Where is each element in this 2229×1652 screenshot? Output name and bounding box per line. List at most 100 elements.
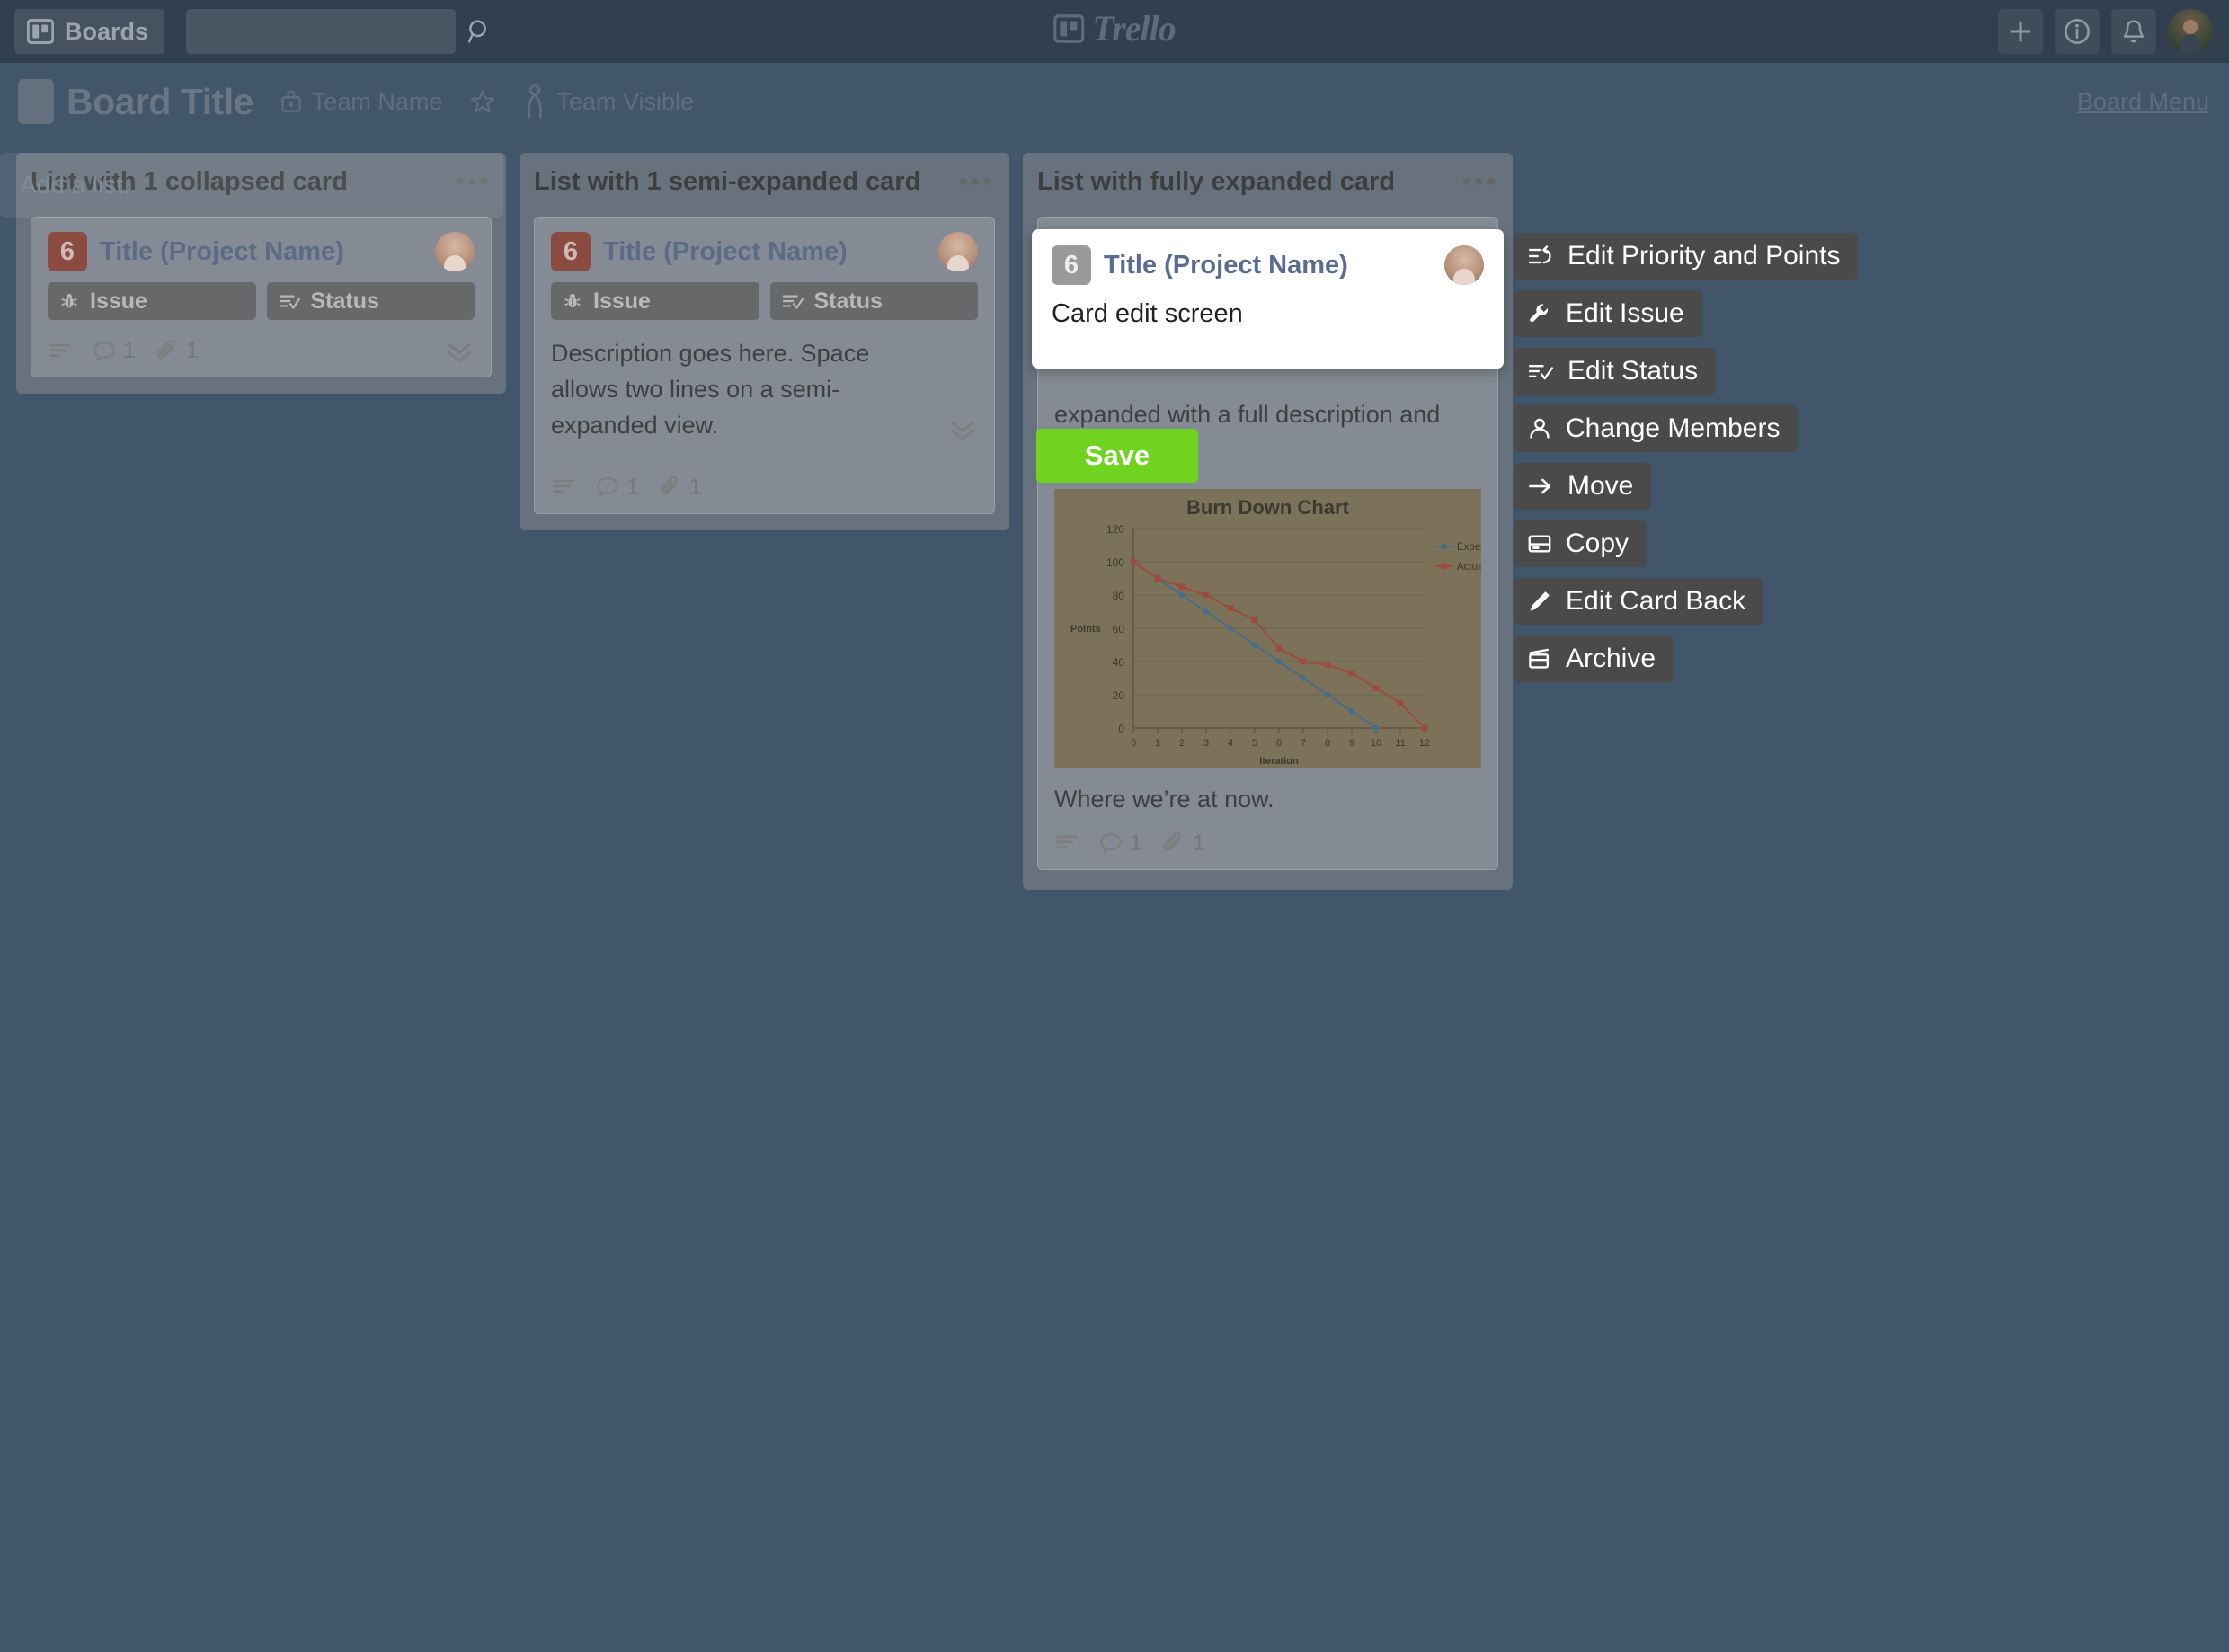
menu-item-edit-priority-and-points[interactable]: Edit Priority and Points <box>1514 233 1859 280</box>
status-list-icon <box>782 292 804 310</box>
svg-text:40: 40 <box>1113 656 1125 669</box>
card[interactable]: 6 Title (Project Name) <box>534 217 995 514</box>
points-badge[interactable]: 6 <box>1052 245 1091 285</box>
bell-icon <box>2120 18 2147 45</box>
menu-item-change-members[interactable]: Change Members <box>1514 405 1798 452</box>
label-issue[interactable]: Issue <box>48 282 256 320</box>
menu-item-copy[interactable]: Copy <box>1514 520 1647 567</box>
card-member-avatar[interactable] <box>435 232 475 271</box>
card-footer: 1 1 <box>48 338 475 364</box>
ellipsis-icon[interactable]: ••• <box>958 167 995 196</box>
menu-item-edit-status[interactable]: Edit Status <box>1514 348 1717 395</box>
card-context-menu: Edit Priority and Points Edit Issue Edit… <box>1514 233 1859 693</box>
star-board-button[interactable] <box>469 88 496 115</box>
card-description: Description goes here. Space allows two … <box>551 340 870 439</box>
comment-count-value: 1 <box>1130 830 1142 856</box>
search-icon[interactable] <box>466 18 493 45</box>
card-member-avatar[interactable] <box>938 232 978 271</box>
card-footer: 1 1 <box>1054 830 1481 857</box>
trello-logo[interactable]: Trello <box>1053 7 1177 49</box>
label-status[interactable]: Status <box>769 282 978 320</box>
card-member-avatar[interactable] <box>1444 245 1484 285</box>
svg-text:8: 8 <box>1325 738 1330 749</box>
comment-count-value: 1 <box>626 474 639 500</box>
card-title[interactable]: Title (Project Name) <box>603 237 926 267</box>
menu-item-edit-card-back[interactable]: Edit Card Back <box>1514 578 1764 625</box>
svg-text:120: 120 <box>1106 523 1124 536</box>
ctx-row: Copy <box>1514 520 1858 578</box>
search-input[interactable] <box>186 9 457 54</box>
info-button[interactable] <box>2055 9 2100 54</box>
ctx-row: Edit Card Back <box>1514 578 1858 635</box>
board-title[interactable]: Board Title <box>67 81 253 123</box>
priority-points-icon <box>1528 245 1553 267</box>
paperclip-icon <box>155 340 179 363</box>
label-issue-text: Issue <box>593 288 651 314</box>
list-title[interactable]: List with fully expanded card <box>1037 167 1395 197</box>
copy-card-icon <box>1528 533 1551 555</box>
points-badge[interactable]: 6 <box>551 232 591 271</box>
team-name-label: Team Name <box>311 87 443 115</box>
topbar-actions <box>1998 9 2213 54</box>
card-footer: 1 1 <box>551 475 978 501</box>
ctx-row: Move <box>1514 463 1858 520</box>
menu-item-label: Edit Card Back <box>1566 586 1746 616</box>
svg-text:12: 12 <box>1419 738 1430 749</box>
status-list-icon <box>279 292 300 310</box>
board-visibility-label: Team Visible <box>556 87 695 115</box>
card-title-row: 6 Title (Project Name) <box>48 232 475 271</box>
trello-wordmark: Trello <box>1092 8 1176 49</box>
label-status[interactable]: Status <box>266 282 475 320</box>
menu-item-archive[interactable]: Archive <box>1514 635 1674 682</box>
menu-item-move[interactable]: Move <box>1514 463 1652 510</box>
edit-title-row: 6 Title (Project Name) <box>1052 245 1484 285</box>
board-thumbnail <box>18 79 54 124</box>
card-title[interactable]: Title (Project Name) <box>1104 251 1432 280</box>
trello-board-screen: Boards Trello Board Title Team Name Team… <box>0 0 2229 1652</box>
svg-text:Iteration: Iteration <box>1259 756 1299 767</box>
points-badge[interactable]: 6 <box>48 232 87 271</box>
notifications-button[interactable] <box>2111 9 2156 54</box>
description-icon <box>551 477 576 497</box>
svg-text:10: 10 <box>1371 738 1381 749</box>
team-name-chip[interactable]: Team Name <box>280 87 443 116</box>
description-icon <box>1054 833 1079 853</box>
double-chevron-down-icon[interactable] <box>947 417 978 442</box>
label-status-text: Status <box>813 288 883 314</box>
user-avatar[interactable] <box>2168 9 2213 54</box>
archive-box-icon <box>1528 648 1551 670</box>
svg-text:0: 0 <box>1131 738 1136 749</box>
save-button[interactable]: Save <box>1036 429 1198 483</box>
label-issue[interactable]: Issue <box>551 282 759 320</box>
svg-text:80: 80 <box>1113 590 1125 602</box>
double-chevron-down-icon[interactable] <box>444 339 475 364</box>
ctx-row: Archive <box>1514 635 1858 693</box>
add-list-input[interactable]: Add a list... <box>0 153 503 218</box>
boards-button-label: Boards <box>65 17 149 45</box>
list-header: List with fully expanded card ••• <box>1037 167 1498 197</box>
menu-item-label: Copy <box>1566 528 1630 558</box>
arrow-right-icon <box>1528 475 1553 497</box>
card[interactable]: 6 Title (Project Name) <box>31 217 492 377</box>
wrench-icon <box>1528 302 1551 325</box>
comment-icon <box>596 475 619 499</box>
ellipsis-icon[interactable]: ••• <box>1461 167 1498 196</box>
board-visibility-chip[interactable]: Team Visible <box>523 84 694 120</box>
comment-count: 1 <box>1099 830 1142 857</box>
card-edit-textarea[interactable]: Card edit screen <box>1052 299 1484 329</box>
status-list-icon <box>1528 361 1553 381</box>
menu-item-edit-issue[interactable]: Edit Issue <box>1514 290 1702 337</box>
list-title[interactable]: List with 1 semi-expanded card <box>534 167 920 197</box>
briefcase-lock-icon <box>280 90 302 113</box>
svg-text:100: 100 <box>1106 556 1124 569</box>
attachment-count-value: 1 <box>185 338 199 363</box>
burn-down-chart: Burn Down Chart 0 20 40 60 80 100 120 0 1 2 3 4 5 6 7 8… <box>1054 488 1481 768</box>
ctx-row: Edit Status <box>1514 348 1858 405</box>
menu-item-label: Archive <box>1566 644 1656 673</box>
card-labels: Issue Status <box>48 282 475 320</box>
board-menu-link[interactable]: Board Menu <box>2077 88 2209 116</box>
menu-item-label: Edit Priority and Points <box>1567 241 1841 271</box>
add-button[interactable] <box>1998 9 2043 54</box>
boards-button[interactable]: Boards <box>14 9 165 54</box>
card-title[interactable]: Title (Project Name) <box>100 237 422 267</box>
